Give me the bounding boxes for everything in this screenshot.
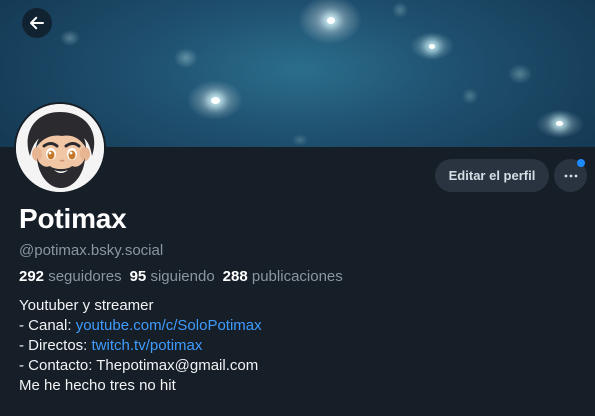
avatar-image — [16, 104, 104, 192]
arrow-left-icon — [30, 16, 44, 30]
edit-profile-label: Editar el perfil — [448, 168, 536, 183]
ellipsis-icon — [564, 174, 577, 177]
posts-count: 288 — [222, 268, 248, 285]
bio-directos-line: - Directos: twitch.tv/potimax — [19, 336, 262, 356]
followers-stat[interactable]: 292 seguidores — [19, 268, 122, 285]
bio-directos-prefix: - Directos: — [19, 337, 92, 354]
bio-line: Youtuber y streamer — [19, 297, 154, 314]
bio-contact-line: - Contacto: Thepotimax@gmail.com — [19, 357, 259, 374]
avatar[interactable] — [14, 102, 106, 194]
profile-handle: @potimax.bsky.social — [19, 242, 164, 259]
bio-line: Me he hecho tres no hit — [19, 377, 176, 394]
followers-label: seguidores — [48, 268, 122, 285]
followers-count: 292 — [19, 268, 45, 285]
profile-page: Editar el perfil Potimax @potimax.bsky.s… — [0, 0, 595, 416]
profile-bio: Youtuber y streamer - Canal: youtube.com… — [19, 296, 262, 396]
display-name: Potimax — [19, 203, 127, 234]
back-button[interactable] — [22, 8, 52, 38]
posts-stat: 288 publicaciones — [223, 268, 343, 285]
following-label: siguiendo — [150, 268, 215, 285]
bio-canal-line: - Canal: youtube.com/c/SoloPotimax — [19, 316, 262, 336]
bio-canal-prefix: - Canal: — [19, 317, 76, 334]
twitch-link[interactable]: twitch.tv/potimax — [92, 337, 203, 354]
profile-stats: 292 seguidores 95 siguiendo 288 publicacio… — [19, 268, 343, 285]
notification-dot — [577, 159, 585, 167]
edit-profile-button[interactable]: Editar el perfil — [435, 159, 549, 192]
youtube-link[interactable]: youtube.com/c/SoloPotimax — [76, 317, 262, 334]
following-stat[interactable]: 95 siguiendo — [130, 268, 215, 285]
following-count: 95 — [129, 268, 147, 285]
posts-label: publicaciones — [251, 268, 343, 285]
